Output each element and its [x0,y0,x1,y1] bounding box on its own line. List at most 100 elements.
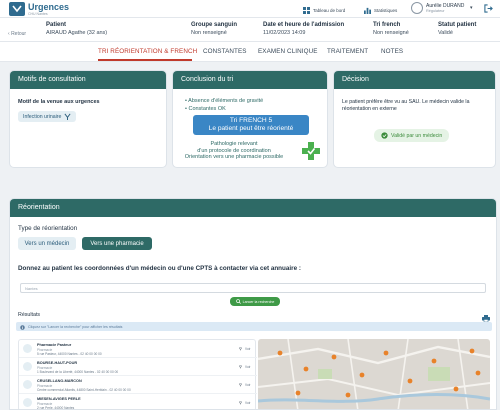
to-doctor-button[interactable]: Vers un médecin [18,237,76,250]
results-map[interactable] [258,339,490,410]
map-marker-icon [359,372,365,378]
result-view-link[interactable]: Voir [245,365,251,369]
decision-title: Décision [334,71,495,89]
tab-notes[interactable]: NOTES [381,48,403,55]
patient-value: AIRAUD Agathe (32 ans) [46,30,108,36]
back-link[interactable]: ‹ Retour [8,31,26,37]
reorientation-section: Réorientation Type de réorientation Vers… [9,198,497,410]
conclusion-item: • Constantes OK [185,106,226,112]
motif-chip-label: Infection urinaire [23,113,62,120]
result-item[interactable]: CRUSELLANO-MARCON Pharmacie Centre comme… [19,376,257,394]
result-view-link[interactable]: Voir [245,383,251,387]
map-marker-icon [331,354,337,360]
to-pharmacy-button[interactable]: Vers une pharmacie [82,237,152,250]
info-banner: Cliquez sur "Lancer la recherche" pour a… [16,322,492,331]
tab-traitement[interactable]: TRAITEMENT [327,48,368,55]
print-icon[interactable] [482,315,490,322]
map-pin-icon: ⚲ [239,400,242,405]
patient-info-row: ‹ Retour Patient AIRAUD Agathe (32 ans) … [0,18,500,42]
patient-column: Patient AIRAUD Agathe (32 ans) [46,22,107,36]
info-banner-text: Cliquez sur "Lancer la recherche" pour a… [28,324,123,329]
conclusion-list: • Absence d'éléments de gravité • Consta… [185,97,263,113]
map-marker-icon [475,370,481,376]
conclusion-item: • Absence d'éléments de gravité [185,98,264,104]
tri-french-result: Le patient peut être réorienté [208,125,294,132]
result-view-link[interactable]: Voir [245,401,251,405]
admission-value: 11/02/2023 14:09 [263,30,306,36]
location-search-input[interactable]: Nantes [20,283,486,293]
result-name: Pharmacie Pasteur [37,343,72,347]
blood-header: Groupe sanguin [191,22,238,28]
motif-chip[interactable]: Infection urinaire [18,111,77,122]
result-address: Centre commercial Atlantis, 44800 Saint-… [37,387,131,392]
admission-column: Date et heure de l'admission 11/02/2023 … [263,22,344,36]
bar-chart-icon [364,7,371,14]
result-name: BOURSE-HAUT-POUR [37,361,78,365]
logout-icon[interactable] [484,4,493,13]
admission-header: Date et heure de l'admission [263,22,345,28]
decision-text: Le patient préfère être vu au SAU. Le mé… [342,99,470,112]
map-pin-icon: ⚲ [239,364,242,369]
launch-search-label: Lancer la recherche [242,299,275,304]
top-bar: Urgences CHU Nantes Tableau de bord Stat… [0,0,500,18]
result-item[interactable]: Pharmacie Pasteur Pharmacie 5 rue Pasteu… [19,340,257,358]
result-address: 5 rue Pasteur, 44000 Nantes - 02 40 00 0… [37,351,102,356]
map-marker-icon [303,366,309,372]
map-pin-icon: ⚲ [239,346,242,351]
tri-value: Non renseigné [373,30,409,36]
motifs-card: Motifs de consultation Motif de la venue… [9,70,167,168]
user-role: Régulateur [426,9,445,13]
result-view-link[interactable]: Voir [245,347,251,351]
map-marker-icon [383,350,389,356]
result-name: MIESEN-AVIGES PERLE [37,397,81,401]
tri-french-box: Tri FRENCH 5 Le patient peut être réorie… [193,115,309,135]
check-circle-icon [381,132,388,139]
map-marker-icon [431,358,437,364]
map-marker-icon [277,350,283,356]
reorientation-type-label: Type de réorientation [18,225,78,232]
tab-constantes[interactable]: CONSTANTES [203,48,247,55]
validated-chip: Validé par un médecin [374,129,450,142]
pathology-note: Pathologie relevant d'un protocole de co… [173,141,295,161]
stats-link[interactable]: Statistiques [364,5,397,15]
tab-tri-reorientation[interactable]: TRI RÉORIENTATION & FRENCH [98,48,197,55]
pharmacy-avatar-icon [23,344,32,353]
grid-icon [303,6,310,14]
patient-header: Patient [46,22,67,28]
reorientation-title: Réorientation [10,199,496,217]
stats-label: Statistiques [374,7,398,13]
conclusion-title: Conclusion du tri [173,71,327,89]
chevron-down-icon[interactable]: ▾ [470,5,473,11]
result-item[interactable]: MIESEN-AVIGES PERLE Pharmacie 2 rue Perl… [19,394,257,410]
active-tab-indicator [98,59,192,61]
pathology-line: Orientation vers une pharmacie possible [184,154,284,160]
blood-value: Non renseigné [191,30,227,36]
result-address: 1 Boulevard de la Liberté, 44000 Nantes … [37,369,119,374]
result-item[interactable]: BOURSE-HAUT-POUR Pharmacie 1 Boulevard d… [19,358,257,376]
motifs-title: Motifs de consultation [10,71,166,89]
status-column: Statut patient Validé [438,22,476,36]
launch-search-button[interactable]: Lancer la recherche [230,297,280,306]
status-header: Statut patient [438,22,477,28]
motif-label: Motif de la venue aux urgences [18,99,100,105]
results-list: Pharmacie Pasteur Pharmacie 5 rue Pasteu… [18,339,257,410]
info-icon [20,324,25,330]
result-address: 2 rue Perle, 44000 Nantes [37,405,75,410]
map-marker-icon [469,348,475,354]
conclusion-card: Conclusion du tri • Absence d'éléments d… [172,70,328,168]
pharmacy-avatar-icon [23,362,32,371]
map-marker-icon [345,392,351,398]
blood-column: Groupe sanguin Non renseigné [191,22,237,36]
filter-icon [64,113,71,120]
search-icon [235,299,241,304]
status-value: Validé [438,30,453,36]
tab-examen-clinique[interactable]: EXAMEN CLINIQUE [258,48,318,55]
map-pin-icon: ⚲ [239,382,242,387]
user-avatar-icon[interactable] [411,2,423,14]
hospital-logo-icon [9,2,25,16]
pharmacy-avatar-icon [23,380,32,389]
dashboard-label: Tableau de bord [313,7,346,13]
dashboard-link[interactable]: Tableau de bord [303,5,345,15]
validated-label: Validé par un médecin [391,132,443,139]
brand-name: Urgences [28,2,70,12]
